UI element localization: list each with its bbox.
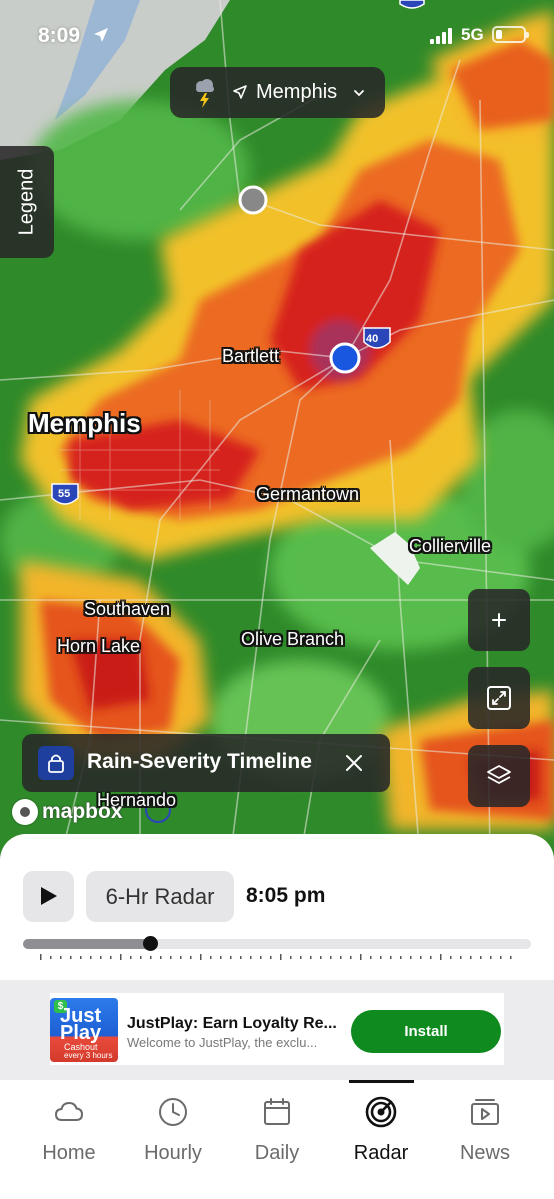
banner-title: Rain-Severity Timeline [87, 750, 312, 773]
calendar-icon [264, 1098, 290, 1125]
news-icon [471, 1099, 499, 1125]
lock-badge [38, 746, 74, 780]
tab-bar: Home Hourly Daily Radar News [0, 1080, 554, 1199]
tab-radar[interactable]: Radar [329, 1080, 433, 1180]
location-arrow-icon [233, 85, 247, 99]
timeline-progress [23, 939, 150, 949]
status-time: 8:09 [38, 24, 81, 47]
rain-severity-banner[interactable]: Rain-Severity Timeline [22, 734, 390, 792]
tab-hourly[interactable]: Hourly [121, 1080, 225, 1180]
close-icon[interactable] [344, 753, 364, 773]
ad-logo-text-4: every 3 hours [64, 1051, 113, 1060]
radar-timestamp: 8:05 pm [246, 884, 326, 907]
ad-description: Welcome to JustPlay, the exclu... [127, 1035, 318, 1050]
lock-icon [48, 754, 64, 773]
radar-map[interactable]: 40 55 Memphis Bartlett Germantown Collie… [0, 0, 554, 860]
ad-card[interactable]: $ Just Play Cashout every 3 hours JustPl… [50, 993, 504, 1065]
tab-news[interactable]: News [433, 1080, 537, 1180]
mapbox-wordmark: mapbox [42, 800, 123, 823]
cloud-icon [54, 1101, 84, 1121]
signal-icon [430, 28, 452, 44]
zoom-in-button[interactable] [468, 589, 530, 651]
tab-label: Radar [353, 1142, 409, 1164]
map-label-germantown: Germantown [256, 484, 360, 504]
status-bar: 8:09 5G [0, 0, 554, 70]
timeline-handle[interactable] [143, 936, 158, 951]
tab-label: Daily [254, 1142, 300, 1164]
chevron-down-icon [354, 90, 364, 97]
mapbox-logo: mapbox [12, 798, 123, 826]
location-name: Memphis [256, 81, 338, 103]
play-button[interactable] [23, 871, 74, 922]
map-label-memphis: Memphis [28, 408, 141, 438]
timeline-ticks [40, 954, 512, 960]
expand-icon [487, 686, 511, 710]
legend-label: Legend [15, 168, 38, 236]
map-label-horn-lake: Horn Lake [57, 636, 141, 656]
thunderstorm-icon [196, 79, 214, 108]
tab-label: Home [42, 1142, 96, 1164]
ad-app-logo: $ Just Play Cashout every 3 hours [50, 998, 118, 1062]
clock-icon [159, 1098, 187, 1126]
play-icon [41, 887, 57, 905]
radar-range-button[interactable]: 6-Hr Radar [86, 871, 234, 922]
radar-player-sheet: 6-Hr Radar 8:05 pm [0, 834, 554, 980]
map-label-bartlett: Bartlett [222, 346, 280, 366]
tab-home[interactable]: Home [17, 1080, 121, 1180]
timeline-slider[interactable] [23, 936, 531, 951]
tab-label: News [459, 1142, 510, 1164]
tab-daily[interactable]: Daily [225, 1080, 329, 1180]
plus-icon [492, 613, 506, 627]
layers-icon [487, 765, 511, 784]
legend-button[interactable]: Legend [0, 146, 54, 258]
radar-icon [365, 1096, 397, 1128]
fullscreen-button[interactable] [468, 667, 530, 729]
ad-title: JustPlay: Earn Loyalty Re... [127, 1015, 337, 1032]
network-type: 5G [461, 25, 484, 44]
tab-label: Hourly [144, 1142, 202, 1164]
map-label-olive-branch: Olive Branch [241, 629, 345, 649]
battery-icon [492, 26, 529, 43]
map-label-collierville: Collierville [409, 536, 492, 556]
mapbox-icon [12, 799, 38, 825]
location-arrow-icon [94, 28, 108, 42]
ad-banner-area: $ Just Play Cashout every 3 hours JustPl… [0, 980, 554, 1080]
location-selector[interactable]: Memphis [170, 67, 385, 118]
install-button[interactable]: Install [351, 1010, 501, 1053]
map-label-southaven: Southaven [84, 599, 171, 619]
i55-shield-label: 55 [58, 488, 71, 500]
layers-button[interactable] [468, 745, 530, 807]
i40-shield-label: 40 [366, 333, 379, 345]
